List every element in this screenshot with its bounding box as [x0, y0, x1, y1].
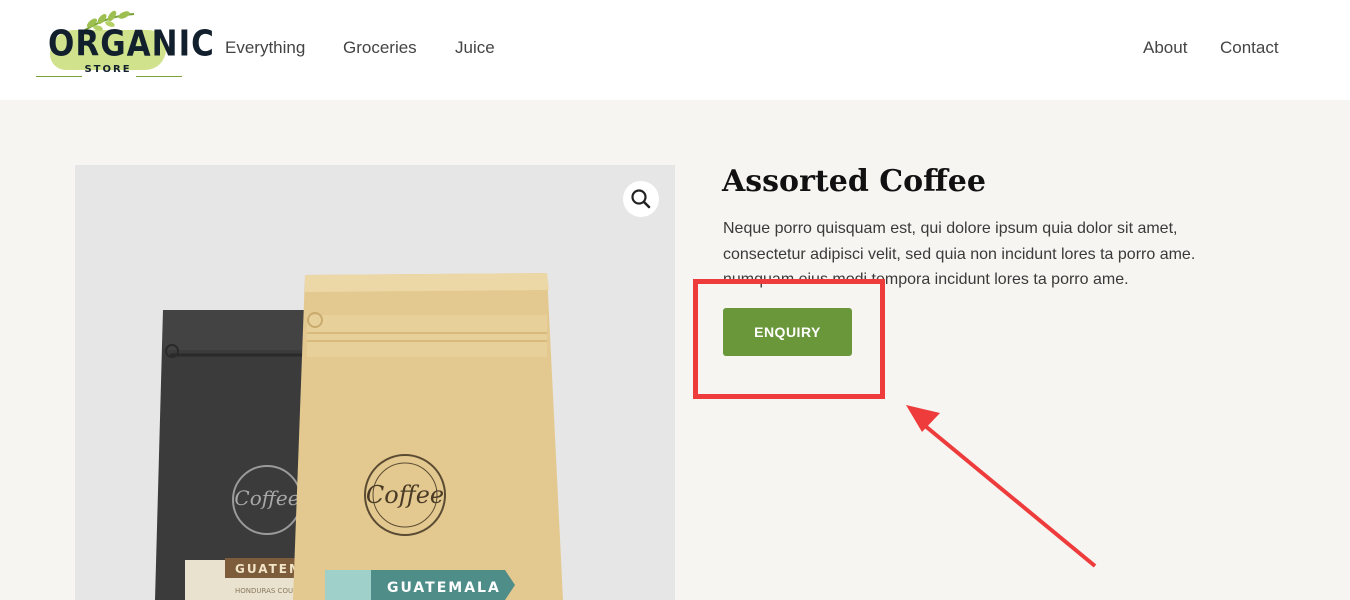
nav-juice[interactable]: Juice — [455, 38, 495, 58]
nav-everything[interactable]: Everything — [225, 38, 305, 58]
bag-front-label: GUATEMALA — [387, 580, 501, 596]
nav-about[interactable]: About — [1143, 38, 1187, 58]
logo-divider-right — [136, 76, 182, 77]
product-gallery: Coffee GUATEMA HONDURAS COU Coffee GUATE… — [75, 165, 675, 600]
product-image: Coffee GUATEMA HONDURAS COU Coffee GUATE… — [155, 273, 563, 600]
logo-divider-left — [36, 76, 82, 77]
coffee-bag-dark: Coffee GUATEMA HONDURAS COU — [155, 310, 315, 600]
logo-subtitle: STORE — [84, 64, 132, 75]
zoom-button[interactable] — [623, 181, 659, 217]
site-header: ORGANIC STORE Everything Groceries Juice… — [0, 0, 1350, 100]
nav-contact[interactable]: Contact — [1220, 38, 1279, 58]
annotation-highlight-box — [693, 279, 885, 399]
coffee-bag-kraft: Coffee GUATEMALA — [293, 273, 563, 600]
site-logo[interactable]: ORGANIC STORE — [32, 10, 215, 82]
nav-groceries[interactable]: Groceries — [343, 38, 417, 58]
logo-wordmark: ORGANIC — [48, 23, 215, 65]
bag-front-brand: Coffee — [366, 481, 444, 509]
bag-back-brand: Coffee — [234, 486, 299, 510]
search-icon — [631, 189, 651, 209]
bag-back-sublabel: HONDURAS COU — [235, 587, 293, 595]
product-title: Assorted Coffee — [722, 164, 986, 199]
annotation-arrow — [906, 405, 1097, 568]
